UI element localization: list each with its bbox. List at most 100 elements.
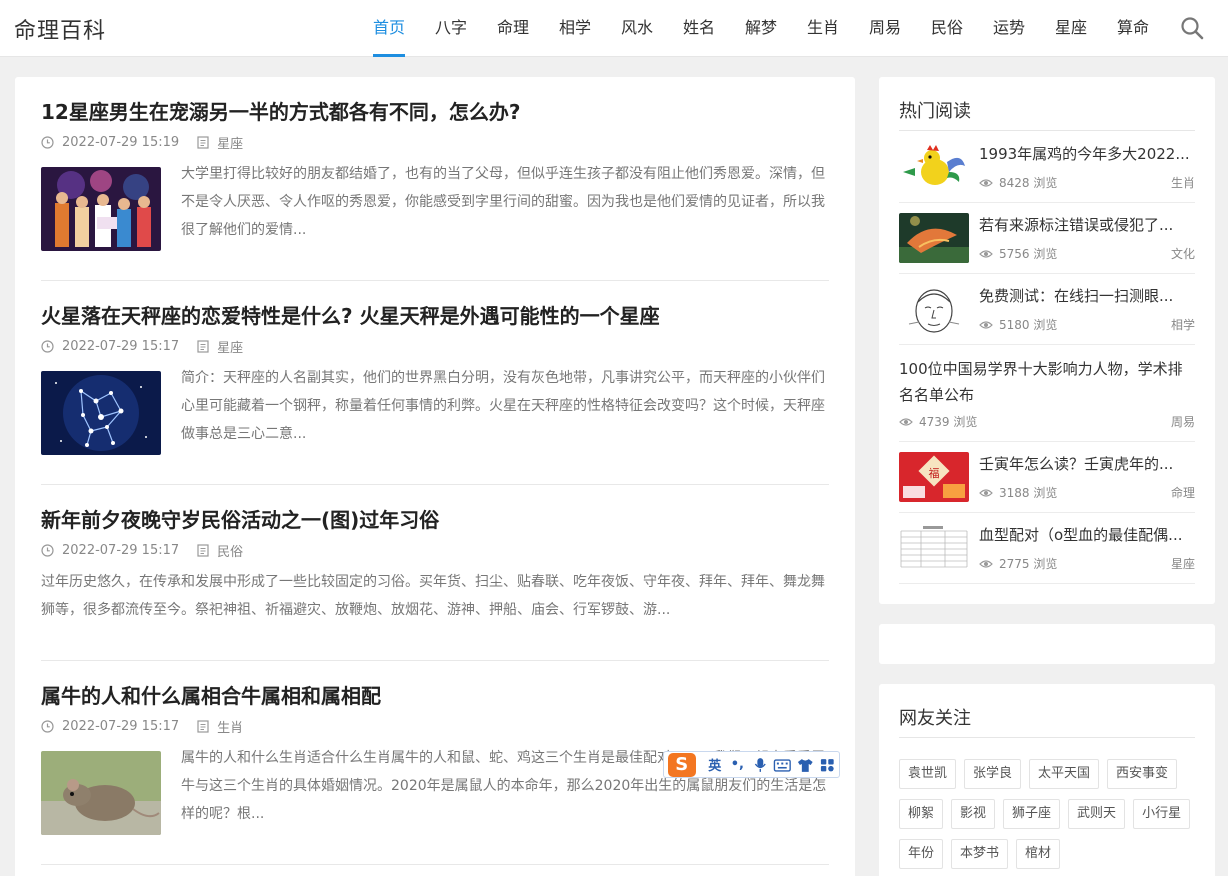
hot-item-category[interactable]: 命理 <box>1171 484 1195 501</box>
article-excerpt: 大学里打得比较好的朋友都结婚了，也有的当了父母，但似乎连生孩子都没有阻止他们秀恩… <box>181 166 825 238</box>
article-category[interactable]: 星座 <box>217 133 243 152</box>
hot-item[interactable]: 100位中国易学界十大影响力人物，学术排名名单公布 4739 浏览 周易 <box>899 345 1195 442</box>
article-divider <box>41 484 829 485</box>
new-year-thumbnail: 福 <box>899 452 969 502</box>
tag[interactable]: 年份 <box>899 839 944 869</box>
hot-reading-widget: 热门阅读 1993年属鸡的今年多大2022... 8428 浏览 生肖 若有来源… <box>879 77 1215 604</box>
tag[interactable]: 太平天国 <box>1029 759 1100 789</box>
tag[interactable]: 武则天 <box>1068 799 1126 829</box>
grid-icon[interactable] <box>816 757 839 773</box>
widget-divider <box>899 130 1195 131</box>
hot-item-views: 5180 浏览 <box>979 316 1057 333</box>
tag[interactable]: 小行星 <box>1133 799 1191 829</box>
article-item: 新年前夕夜晚守岁民俗活动之一(图)过年习俗 2022-07-29 15:17 民… <box>41 505 829 624</box>
mouse-photo-thumbnail[interactable] <box>41 751 161 835</box>
nav-fengshui[interactable]: 风水 <box>606 0 668 57</box>
article-title[interactable]: 12星座男生在宠溺另一半的方式都各有不同，怎么办? <box>41 97 829 127</box>
tag[interactable]: 西安事变 <box>1107 759 1178 789</box>
nav-mingli[interactable]: 命理 <box>482 0 544 57</box>
hot-reading-title: 热门阅读 <box>899 101 971 122</box>
clock-icon <box>41 135 54 149</box>
rooster-thumbnail <box>899 142 969 192</box>
article-category[interactable]: 生肖 <box>217 717 243 736</box>
hot-item-title[interactable]: 1993年属鸡的今年多大2022... <box>979 143 1195 164</box>
search-icon[interactable] <box>1180 16 1204 40</box>
hot-item-views: 8428 浏览 <box>979 174 1057 191</box>
empty-widget <box>879 624 1215 664</box>
nav-jiemeng[interactable]: 解梦 <box>730 0 792 57</box>
eye-icon <box>899 417 913 426</box>
article-category[interactable]: 民俗 <box>217 541 243 560</box>
hot-item-title[interactable]: 血型配对（o型血的最佳配偶... <box>979 524 1195 545</box>
sogou-logo-icon[interactable]: S <box>668 752 696 777</box>
hot-item[interactable]: 1993年属鸡的今年多大2022... 8428 浏览 生肖 <box>899 132 1195 203</box>
article-item: 12星座男生在宠溺另一半的方式都各有不同，怎么办? 2022-07-29 15:… <box>41 97 829 251</box>
hot-item-title[interactable]: 若有来源标注错误或侵犯了... <box>979 214 1195 235</box>
article-item: 火星落在天秤座的恋爱特性是什么? 火星天秤是外遇可能性的一个星座 2022-07… <box>41 301 829 455</box>
article-divider <box>41 660 829 661</box>
nav-bazi[interactable]: 八字 <box>420 0 482 57</box>
tag-cloud: 袁世凯 张学良 太平天国 西安事变 柳絮 影视 狮子座 武则天 小行星 年份 本… <box>899 759 1199 876</box>
hot-item[interactable]: 福 壬寅年怎么读？壬寅虎年的... 3188 浏览 命理 <box>899 442 1195 513</box>
article-meta: 2022-07-29 15:19 星座 <box>41 133 829 152</box>
view-count: 4739 浏览 <box>919 415 978 429</box>
nav-suanming[interactable]: 算命 <box>1102 0 1164 57</box>
hot-item-category[interactable]: 周易 <box>1171 413 1195 430</box>
article-title[interactable]: 属牛的人和什么属相合牛属相和属相配 <box>41 681 829 711</box>
nav-minsu[interactable]: 民俗 <box>916 0 978 57</box>
clock-icon <box>41 339 54 353</box>
hot-item-category[interactable]: 文化 <box>1171 245 1195 262</box>
hot-item-views: 4739 浏览 <box>899 413 977 430</box>
site-logo[interactable]: 命理百科 <box>14 13 106 45</box>
shirt-icon[interactable] <box>794 757 817 773</box>
nav-home[interactable]: 首页 <box>358 0 420 57</box>
article-category[interactable]: 星座 <box>217 337 243 356</box>
document-icon <box>197 135 209 149</box>
nav-shengxiao[interactable]: 生肖 <box>792 0 854 57</box>
tag[interactable]: 影视 <box>951 799 996 829</box>
ime-punctuation-toggle[interactable]: •, <box>726 757 749 772</box>
hot-item[interactable]: 若有来源标注错误或侵犯了... 5756 浏览 文化 <box>899 203 1195 274</box>
hot-item-title[interactable]: 壬寅年怎么读？壬寅虎年的... <box>979 453 1195 474</box>
article-meta: 2022-07-29 15:17 生肖 <box>41 717 829 736</box>
fish-sculpture-thumbnail <box>899 213 969 263</box>
nav-zhouyi[interactable]: 周易 <box>854 0 916 57</box>
hot-item-title[interactable]: 免费测试：在线扫一扫测眼... <box>979 285 1195 306</box>
nav-xingming[interactable]: 姓名 <box>668 0 730 57</box>
party-photo-thumbnail[interactable] <box>41 167 161 251</box>
hot-item-category[interactable]: 生肖 <box>1171 174 1195 191</box>
tag[interactable]: 张学良 <box>964 759 1022 789</box>
tag[interactable]: 本梦书 <box>951 839 1009 869</box>
hot-item-views: 2775 浏览 <box>979 555 1057 572</box>
microphone-icon[interactable] <box>749 757 772 773</box>
hot-item[interactable]: 血型配对（o型血的最佳配偶... 2775 浏览 星座 <box>899 513 1195 584</box>
ime-toolbar[interactable]: S 英 •, <box>663 751 840 778</box>
hot-item-views: 3188 浏览 <box>979 484 1057 501</box>
hot-item-views: 5756 浏览 <box>979 245 1057 262</box>
eye-icon <box>979 178 993 187</box>
nav-yunshi[interactable]: 运势 <box>978 0 1040 57</box>
site-header: 命理百科 首页 八字 命理 相学 风水 姓名 解梦 生肖 周易 民俗 运势 星座… <box>0 0 1228 57</box>
nav-xiangxue[interactable]: 相学 <box>544 0 606 57</box>
hot-item-category[interactable]: 相学 <box>1171 316 1195 333</box>
hot-item-title[interactable]: 100位中国易学界十大影响力人物，学术排名名单公布 <box>899 356 1195 408</box>
libra-constellation-thumbnail[interactable] <box>41 371 161 455</box>
tag[interactable]: 袁世凯 <box>899 759 957 789</box>
article-title[interactable]: 火星落在天秤座的恋爱特性是什么? 火星天秤是外遇可能性的一个星座 <box>41 301 829 331</box>
widget-divider <box>899 737 1195 738</box>
ime-mode-toggle[interactable]: 英 <box>704 755 727 774</box>
article-divider <box>41 864 829 865</box>
tag[interactable]: 柳絮 <box>899 799 944 829</box>
clock-icon <box>41 719 54 733</box>
document-icon <box>197 339 209 353</box>
view-count: 5756 浏览 <box>999 247 1058 261</box>
article-meta: 2022-07-29 15:17 民俗 <box>41 541 829 560</box>
tag[interactable]: 狮子座 <box>1003 799 1061 829</box>
article-title[interactable]: 新年前夕夜晚守岁民俗活动之一(图)过年习俗 <box>41 505 829 535</box>
nav-xingzuo[interactable]: 星座 <box>1040 0 1102 57</box>
tag[interactable]: 棺材 <box>1016 839 1061 869</box>
hot-item[interactable]: 免费测试：在线扫一扫测眼... 5180 浏览 相学 <box>899 274 1195 345</box>
hot-item-category[interactable]: 星座 <box>1171 555 1195 572</box>
keyboard-icon[interactable] <box>771 757 794 773</box>
clock-icon <box>41 543 54 557</box>
